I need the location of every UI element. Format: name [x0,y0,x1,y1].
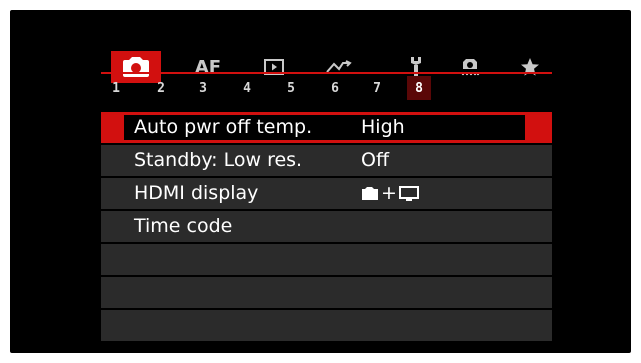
camera-icon [123,56,149,78]
page-4[interactable]: 4 [237,76,257,100]
empty-menu-row [101,244,552,275]
custom-functions-icon [459,56,481,78]
page-1[interactable]: 1 [106,76,126,100]
page-number-strip: 1 2 3 4 5 6 7 8 [101,76,552,100]
menu-item-standby-low-res[interactable]: Standby: Low res. Off [101,145,552,176]
menu-item-label: Auto pwr off temp. [134,116,313,138]
menu-item-value: Off [361,149,390,171]
selection-cap [528,112,552,143]
wrench-icon [408,56,424,78]
menu-item-value: + [361,178,419,209]
menu-item-value: High [361,116,405,138]
page-7[interactable]: 7 [367,76,387,100]
page-5[interactable]: 5 [281,76,301,100]
page-3[interactable]: 3 [193,76,213,100]
camera-small-icon [361,186,379,201]
page-8[interactable]: 8 [407,76,431,100]
tab-af-label: AF [194,56,222,78]
page-6[interactable]: 6 [325,76,345,100]
monitor-icon [398,185,419,202]
page-2[interactable]: 2 [151,76,171,100]
menu-item-auto-power-off-temp[interactable]: Auto pwr off temp. High [101,112,552,143]
camera-menu-screen: AF 1 2 3 4 5 6 7 8 Auto pwr off temp. Hi… [10,10,631,353]
menu-item-label: Time code [134,215,233,237]
menu-item-time-code[interactable]: Time code [101,211,552,242]
menu-item-label: Standby: Low res. [134,149,303,171]
empty-menu-row [101,277,552,308]
menu-item-label: HDMI display [134,182,259,204]
hdmi-plus-sign: + [381,182,397,204]
tab-underline [101,72,552,74]
menu-list: Auto pwr off temp. High Standby: Low res… [101,112,552,343]
menu-item-hdmi-display[interactable]: HDMI display + [101,178,552,209]
empty-menu-row [101,310,552,341]
star-icon [520,57,540,77]
